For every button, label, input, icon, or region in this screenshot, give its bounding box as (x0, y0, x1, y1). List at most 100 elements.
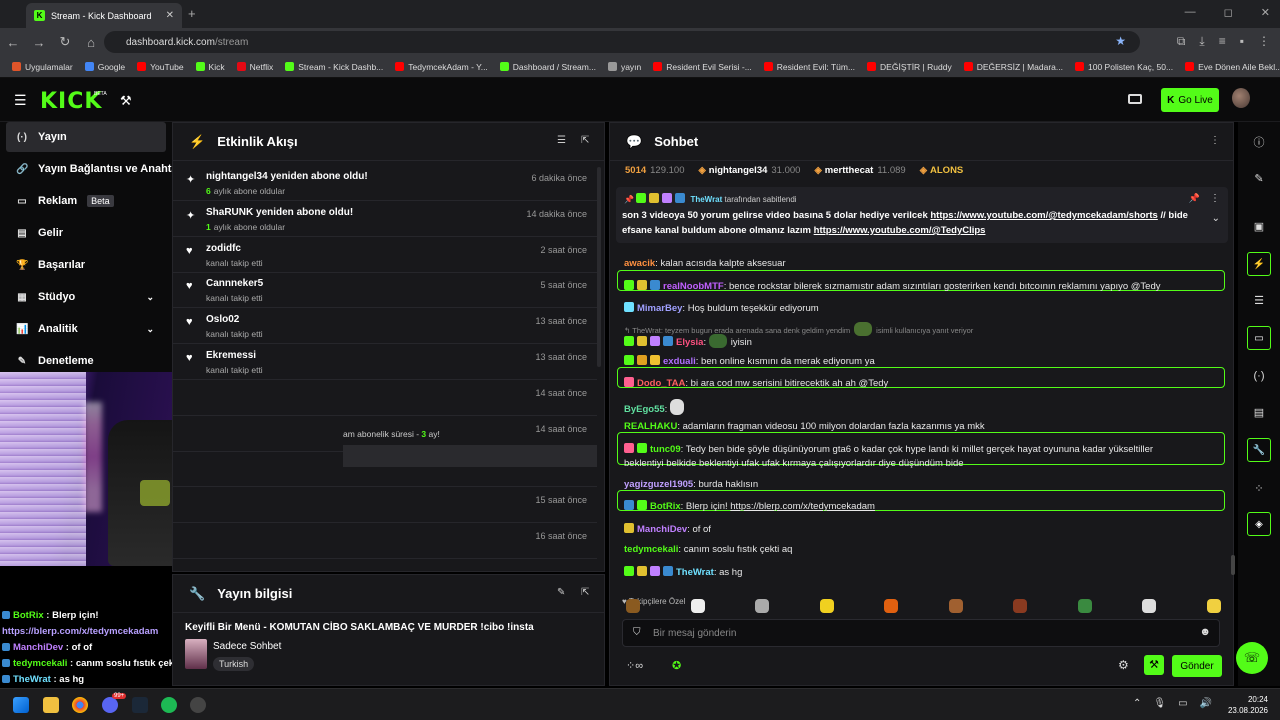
bookmark-item[interactable]: Kick (190, 62, 231, 72)
emoji-icon[interactable]: ☻ (1199, 626, 1211, 638)
list-icon[interactable]: ☰ (1252, 294, 1266, 307)
volume-icon[interactable]: 🔊 (1200, 698, 1212, 709)
chat-rail-icon[interactable]: ▭ (1247, 326, 1271, 350)
emote-icon[interactable] (819, 599, 834, 613)
back-icon[interactable]: ← (0, 35, 26, 50)
chat-username[interactable]: ManchiDev (637, 524, 687, 535)
kick-emote-icon[interactable]: ⚒ (1144, 655, 1164, 675)
bookmark-item[interactable]: DEĞİŞTİR | Ruddy (861, 62, 958, 72)
sidebar-item[interactable]: ▤ Gelir (6, 218, 166, 248)
bookmark-item[interactable]: Uygulamalar (6, 62, 79, 72)
bookmark-star-icon[interactable]: ★ (1115, 34, 1126, 48)
bookmark-item[interactable]: Stream - Kick Dashb... (279, 62, 389, 72)
forward-icon[interactable]: → (26, 35, 52, 50)
settings-gear-icon[interactable]: ⚙ (1118, 658, 1129, 672)
spotify-icon[interactable] (161, 697, 177, 713)
chat-menu-icon[interactable]: ⋮ (1210, 135, 1220, 146)
chat-input[interactable]: ⛉ Bir mesaj gönderin ☻ (622, 619, 1220, 647)
chat-username[interactable]: MimarBey (637, 303, 682, 314)
maximize-icon[interactable]: ◻ (1224, 6, 1233, 19)
emote-icon[interactable] (884, 599, 898, 613)
file-explorer-icon[interactable] (43, 697, 59, 713)
leaderboard-entry[interactable]: ◈ ALONS (920, 165, 968, 176)
bookmark-item[interactable]: Dashboard / Stream... (494, 62, 602, 72)
leaderboard-entry[interactable]: 5014 129.100 (622, 165, 684, 176)
sidebar-item[interactable]: 📊 Analitik ⌄ (6, 314, 166, 344)
tag-rail-icon[interactable]: ◈ (1247, 512, 1271, 536)
chat-username[interactable]: realNoobMTF (663, 281, 724, 292)
points-rail-icon[interactable]: ⁘ (1252, 482, 1266, 495)
bookmark-item[interactable]: DEĞERSİZ | Madara... (958, 62, 1069, 72)
discord-icon[interactable] (102, 697, 118, 713)
pencil-icon[interactable]: ✎ (1252, 172, 1266, 185)
browser-tab[interactable]: K Stream - Kick Dashboard ✕ (26, 3, 182, 28)
start-icon[interactable] (13, 697, 29, 713)
hamburger-icon[interactable]: ☰ (14, 92, 27, 109)
chat-username[interactable]: tunc09 (650, 444, 681, 455)
download-icon[interactable]: ⤓ (1199, 34, 1204, 49)
pinned-menu-icon[interactable]: ⋮ (1210, 193, 1220, 204)
bookmark-item[interactable]: Google (79, 62, 131, 72)
support-chat-icon[interactable]: ☏ (1236, 642, 1268, 674)
chrome-icon[interactable] (72, 697, 88, 713)
chat-username[interactable]: tedymcekali (624, 544, 678, 555)
media-icon[interactable]: ≡ (1219, 34, 1226, 49)
broadcast-icon[interactable]: (·) (1252, 370, 1266, 382)
bookmark-item[interactable]: TedymcekAdam - Y... (389, 62, 494, 72)
close-window-icon[interactable]: ✕ (1261, 6, 1270, 19)
camera-rail-icon[interactable]: ▣ (1252, 220, 1266, 233)
emote-icon[interactable] (1206, 599, 1221, 613)
bookmark-item[interactable]: Netflix (231, 62, 280, 72)
chat-scrollbar[interactable] (1231, 555, 1235, 575)
sidebar-item[interactable]: ▭ Reklam Beta (6, 186, 166, 216)
chat-username[interactable]: REALHAKU (624, 421, 677, 432)
chat-username[interactable]: exduali (663, 356, 696, 367)
chevron-down-icon[interactable]: ⌄ (146, 292, 154, 303)
wrench-rail-icon[interactable]: 🔧 (1247, 438, 1271, 462)
leaderboard-entry[interactable]: ◈ nightangel34 31.000 (698, 165, 800, 176)
sidebar-item[interactable]: (·) Yayın (6, 122, 166, 152)
profile-ext-icon[interactable]: ▪ (1240, 34, 1244, 49)
info-icon[interactable]: ⓘ (1252, 134, 1266, 150)
menu-icon[interactable]: ⋮ (1258, 34, 1270, 49)
leaderboard-entry[interactable]: ◈ mertthecat 11.089 (814, 165, 905, 176)
bookmark-item[interactable]: yayın (602, 62, 647, 72)
microphone-icon[interactable]: 🎙 (1153, 698, 1166, 709)
chat-username[interactable]: Dodo_TAA (637, 378, 685, 389)
url-field[interactable]: dashboard.kick.com/stream ★ (104, 31, 1140, 53)
popout-icon[interactable]: ⇱ (581, 587, 589, 598)
chat-message-link[interactable]: https://blerp.com/x/tedymcekadam (730, 501, 875, 512)
chat-username[interactable]: Elysia (676, 337, 703, 348)
stack-icon[interactable]: ▤ (1252, 406, 1266, 419)
clock[interactable]: 20:24 23.08.2026 (1228, 694, 1268, 716)
steam-icon[interactable] (132, 697, 148, 713)
chevron-down-icon[interactable]: ⌄ (146, 324, 154, 335)
app-icon[interactable] (190, 697, 206, 713)
emote-icon[interactable] (1077, 599, 1092, 613)
close-tab-icon[interactable]: ✕ (166, 10, 174, 21)
emote-icon[interactable] (690, 599, 705, 613)
bookmark-item[interactable]: Resident Evil: Tüm... (758, 62, 861, 72)
expand-pinned-icon[interactable]: ⌄ (1212, 213, 1220, 224)
bolt-rail-icon[interactable]: ⚡ (1247, 252, 1271, 276)
chat-username[interactable]: awacik (624, 258, 655, 269)
go-live-button[interactable]: K Go Live (1161, 88, 1219, 112)
sidebar-item[interactable]: ▦ Stüdyo ⌄ (6, 282, 166, 312)
sidebar-item[interactable]: 🔗 Yayın Bağlantısı ve Anahtar (6, 154, 182, 184)
chat-username[interactable]: TheWrat (676, 567, 714, 578)
chat-username[interactable]: yagizguzel1905 (624, 479, 693, 490)
chat-username[interactable]: ByEgo55 (624, 404, 665, 415)
bookmark-item[interactable]: 100 Polisten Kaç, 50... (1069, 62, 1179, 72)
user-avatar[interactable] (1232, 88, 1250, 108)
new-tab-icon[interactable]: + (188, 6, 196, 21)
emote-icon[interactable] (626, 599, 640, 613)
creator-tools-icon[interactable]: ⚒ (120, 93, 132, 109)
popout-icon[interactable]: ⇱ (581, 135, 589, 146)
emote-icon[interactable] (1142, 599, 1156, 613)
bookmark-item[interactable]: Resident Evil Serisi -... (647, 62, 758, 72)
minimize-icon[interactable]: — (1185, 6, 1196, 19)
pinned-link-2[interactable]: https://www.youtube.com/@TedyClips (814, 225, 986, 236)
reload-icon[interactable]: ↻ (52, 34, 78, 50)
tray-chevron-icon[interactable]: ⌃ (1133, 698, 1141, 709)
bookmark-item[interactable]: Eve Dönen Aile Bekl... (1179, 62, 1280, 72)
